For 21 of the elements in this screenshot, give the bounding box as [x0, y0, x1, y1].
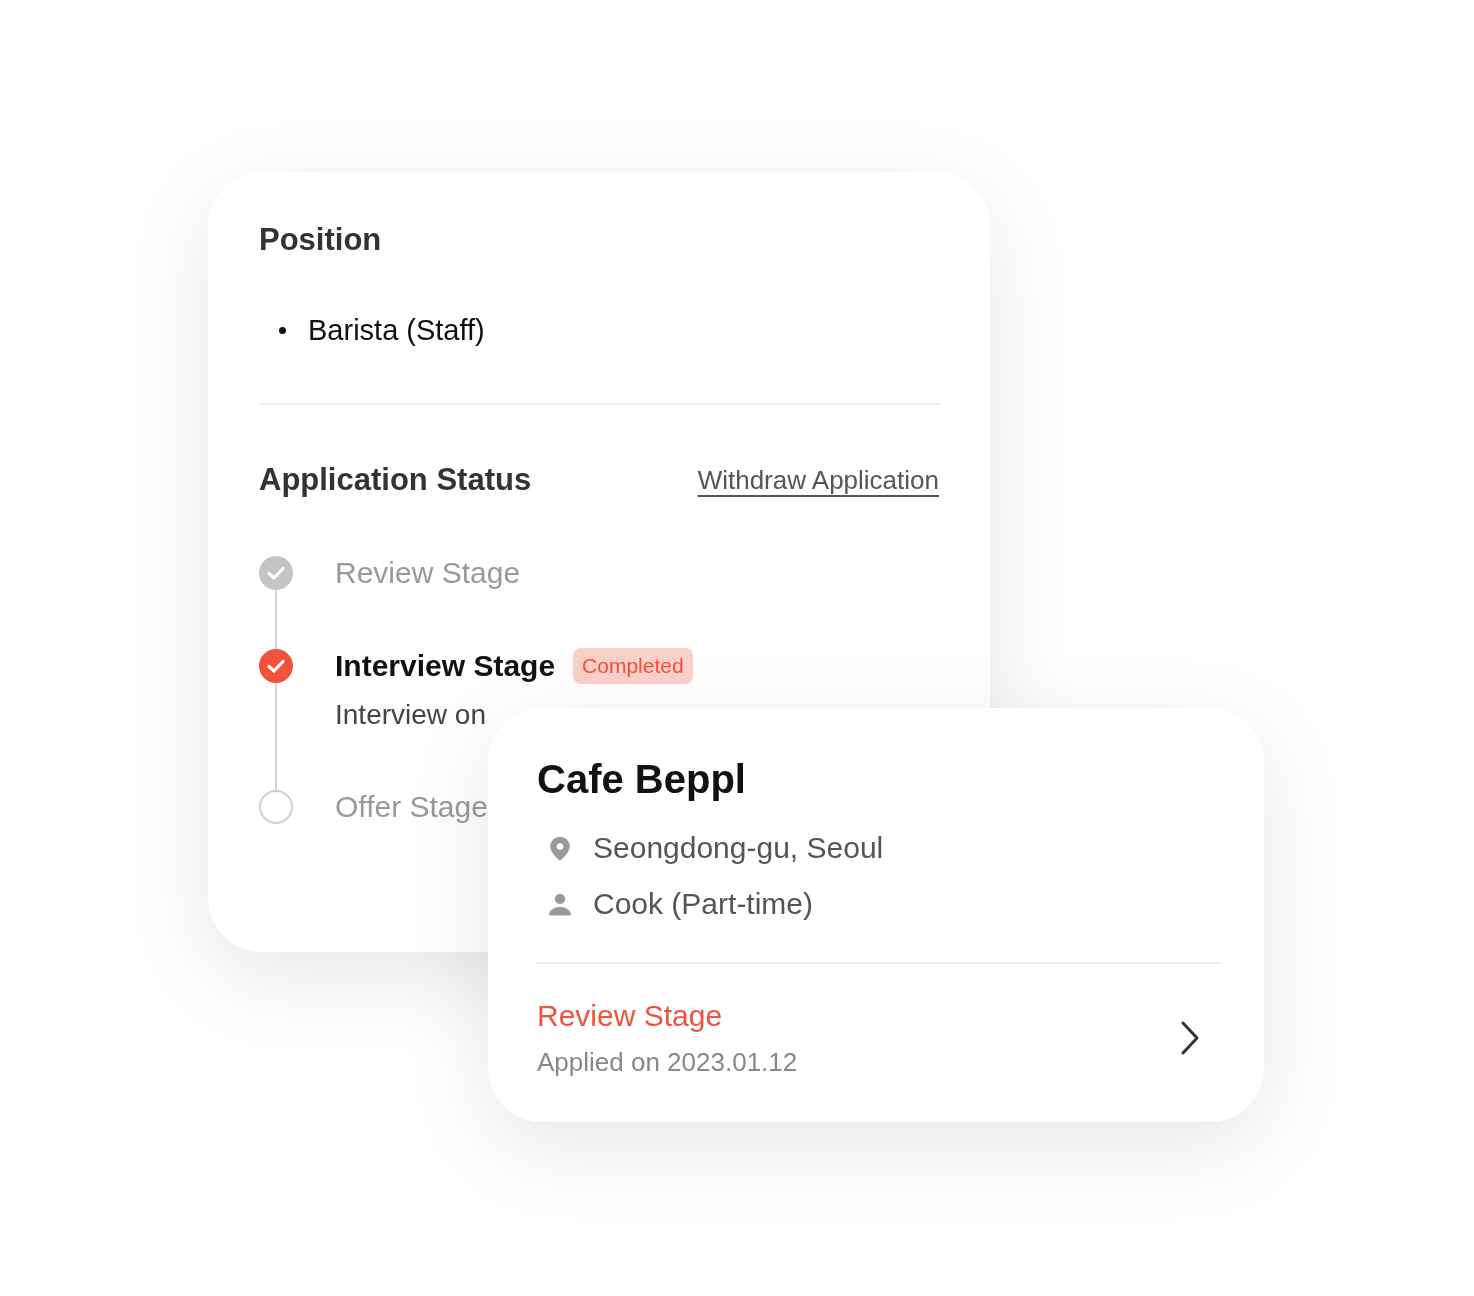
- status-badge: Completed: [573, 648, 693, 684]
- stage-name: Offer Stage: [335, 789, 488, 825]
- location-pin-icon: [547, 835, 573, 861]
- position-name: Barista (Staff): [308, 313, 485, 348]
- withdraw-link[interactable]: Withdraw Application: [697, 464, 939, 496]
- job-detail: Cook (Part-time): [593, 886, 814, 922]
- bullet-icon: [279, 326, 286, 334]
- stage-name: Review Stage: [335, 555, 521, 591]
- job-card[interactable]: Cafe Beppl Seongdong-gu, Seoul Cook (Part-time) Review Stage Applied on 2023.01.12: [488, 708, 1264, 1122]
- stage-name: Interview Stage: [335, 648, 556, 684]
- applied-date: Applied on 2023.01.12: [537, 1046, 798, 1078]
- section-title: Position: [259, 222, 383, 258]
- check-circle-icon: [259, 556, 293, 590]
- check-circle-icon: [259, 649, 293, 683]
- stage-name: Review Stage: [537, 998, 724, 1034]
- company-name: Cafe Beppl: [537, 756, 747, 802]
- section-title: Application Status: [259, 462, 532, 498]
- stage-detail: Interview on: [335, 698, 487, 732]
- person-icon: [547, 891, 573, 917]
- chevron-right-icon[interactable]: [1180, 1020, 1200, 1056]
- job-detail: Seongdong-gu, Seoul: [593, 830, 884, 866]
